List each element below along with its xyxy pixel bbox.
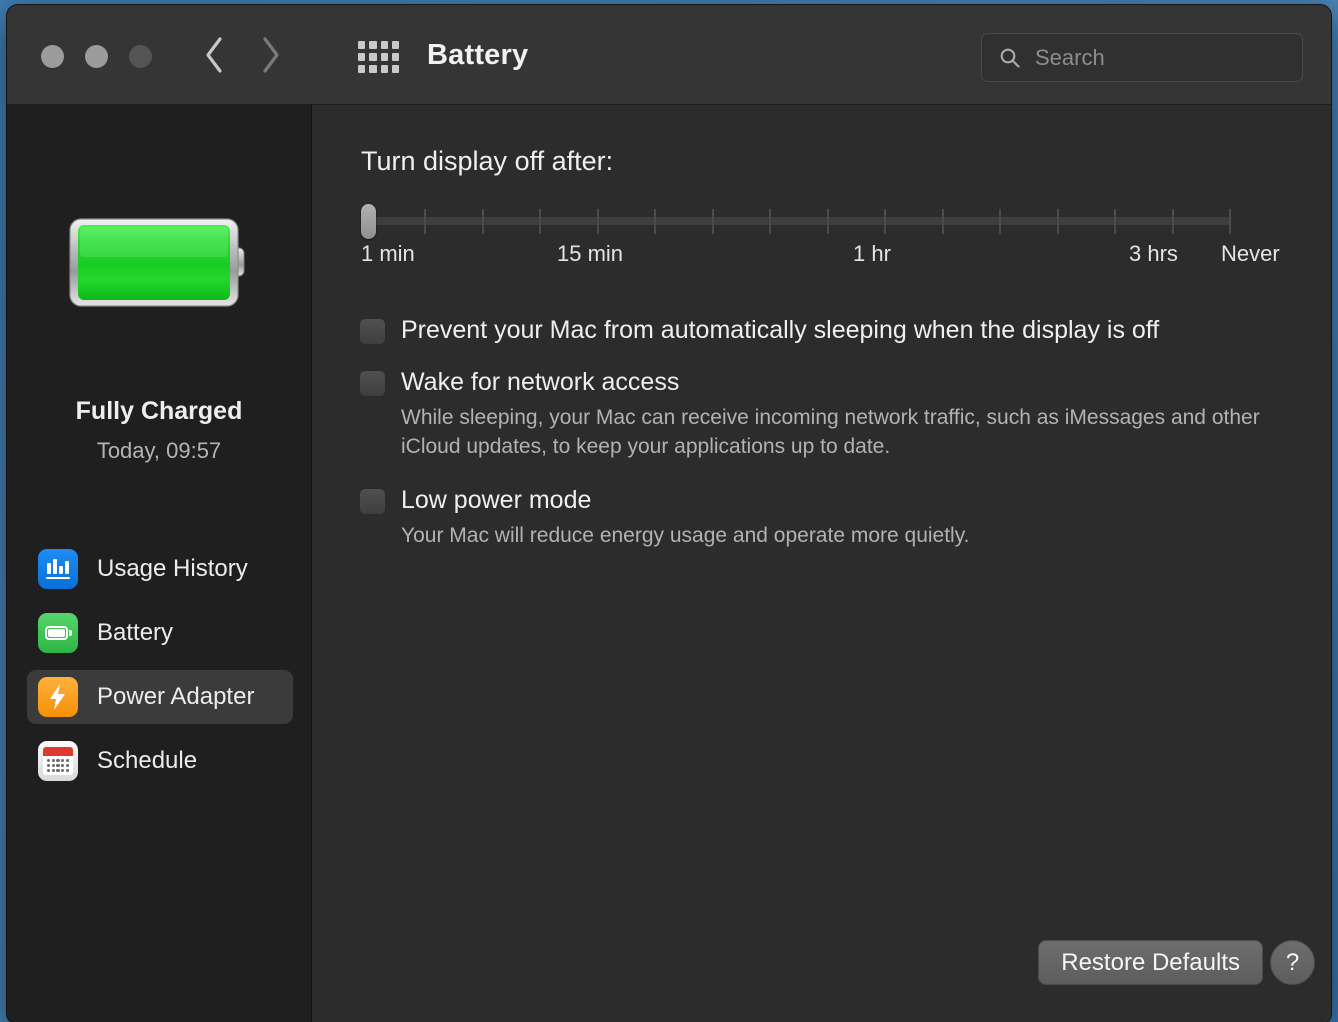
option-description: Your Mac will reduce energy usage and op…: [401, 524, 970, 547]
search-icon: [999, 47, 1021, 69]
slider-tick: [424, 209, 426, 234]
help-button[interactable]: ?: [1270, 940, 1315, 985]
window-titlebar: Battery: [7, 5, 1331, 105]
close-button[interactable]: [41, 45, 64, 68]
bar-chart-icon: [38, 549, 78, 589]
slider-tick: [1057, 209, 1059, 234]
slider-tick: [884, 209, 886, 234]
minimize-button[interactable]: [85, 45, 108, 68]
slider-tick: [999, 209, 1001, 234]
slider-tick: [712, 209, 714, 234]
sidebar-item-label: Usage History: [97, 555, 248, 582]
sidebar-item-power-adapter[interactable]: Power Adapter: [27, 670, 293, 724]
battery-icon: [38, 613, 78, 653]
battery-status-title: Fully Charged: [75, 397, 243, 425]
slider-scale-label: 1 hr: [853, 241, 891, 266]
traffic-light-buttons: [41, 45, 152, 68]
slider-scale-labels: 1 min 15 min 1 hr 3 hrs Never: [361, 241, 1280, 271]
sidebar-item-label: Battery: [97, 619, 174, 646]
sidebar-nav-list: Usage History Battery Power Adapter Sche…: [27, 542, 293, 798]
search-field[interactable]: [981, 33, 1303, 82]
slider-tick: [942, 209, 944, 234]
checkbox[interactable]: [359, 488, 386, 515]
sidebar-item-usage-history[interactable]: Usage History: [27, 542, 293, 596]
sidebar-item-label: Schedule: [97, 747, 198, 774]
calendar-icon: [38, 741, 78, 781]
page-title: Battery: [427, 39, 529, 71]
slider-tick: [769, 209, 771, 234]
navigation-arrows: [203, 33, 281, 77]
main-content: Turn display off after: 1 min 15 min 1 hr 3…: [313, 105, 1331, 1022]
restore-defaults-button[interactable]: Restore Defaults: [1038, 940, 1263, 985]
slider-tick: [1172, 209, 1174, 234]
system-preferences-window: Battery Search Fully Charged Today, 09:5…: [6, 4, 1332, 1022]
slider-tick: [597, 209, 599, 234]
grid-icon[interactable]: [358, 41, 399, 73]
desktop-background: Battery Search Fully Charged Today, 09:5…: [0, 0, 1338, 1022]
slider-ticks: [367, 209, 1231, 234]
checkbox[interactable]: [359, 318, 386, 345]
option-label: Prevent your Mac from automatically slee…: [401, 316, 1160, 344]
slider-scale-label: 3 hrs: [1129, 241, 1178, 266]
power-bolt-icon: [38, 677, 78, 717]
battery-status-time: Today, 09:57: [96, 438, 222, 463]
option-prevent-sleep[interactable]: Prevent your Mac from automatically slee…: [359, 315, 1159, 345]
slider-thumb[interactable]: [361, 204, 376, 239]
slider-tick: [654, 209, 656, 234]
slider-tick: [482, 209, 484, 234]
zoom-button[interactable]: [129, 45, 152, 68]
back-button[interactable]: [203, 33, 225, 77]
search-input[interactable]: [1033, 43, 1277, 72]
slider-tick: [827, 209, 829, 234]
option-wake-for-network[interactable]: Wake for network access: [359, 367, 679, 397]
battery-full-icon: [68, 215, 250, 310]
option-label: Wake for network access: [401, 368, 680, 396]
display-sleep-slider[interactable]: [361, 199, 1231, 245]
forward-button[interactable]: [259, 33, 281, 77]
sidebar-item-schedule[interactable]: Schedule: [27, 734, 293, 788]
option-description: While sleeping, your Mac can receive inc…: [401, 406, 1260, 458]
display-sleep-label: Turn display off after:: [361, 146, 614, 176]
slider-scale-label: 15 min: [557, 241, 624, 266]
sidebar-item-battery[interactable]: Battery: [27, 606, 293, 660]
option-low-power-mode[interactable]: Low power mode: [359, 485, 591, 515]
option-label: Low power mode: [401, 486, 592, 514]
checkbox[interactable]: [359, 370, 386, 397]
sidebar: Fully Charged Today, 09:57 Usage History…: [7, 105, 312, 1022]
slider-tick: [1114, 209, 1116, 234]
sidebar-item-label: Power Adapter: [97, 683, 255, 710]
slider-scale-label: 1 min: [361, 241, 415, 266]
slider-scale-label: Never: [1221, 241, 1280, 266]
slider-tick: [1229, 209, 1231, 234]
slider-tick: [539, 209, 541, 234]
